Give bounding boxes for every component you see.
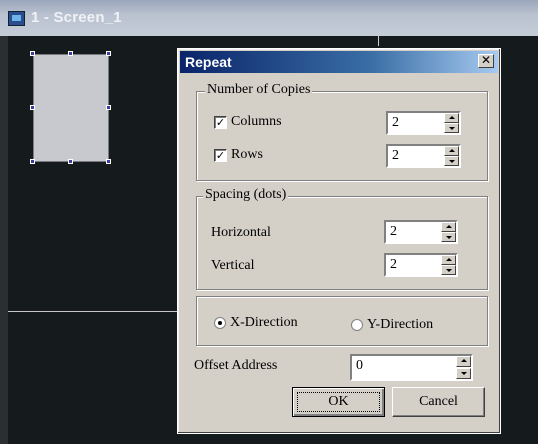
horizontal-down-button[interactable] [441, 232, 456, 242]
spacing-group-label: Spacing (dots) [203, 187, 289, 203]
editor-title: 1 - Screen_1 [31, 9, 122, 26]
vertical-label: Vertical [211, 258, 255, 273]
vertical-value: 2 [390, 257, 397, 272]
cancel-label: Cancel [419, 394, 458, 409]
resize-handle-s[interactable] [68, 159, 73, 164]
horizontal-spinner[interactable]: 2 [384, 220, 458, 244]
cancel-button[interactable]: Cancel [392, 387, 485, 417]
focus-rect [297, 392, 380, 412]
dialog-title: Repeat [185, 54, 232, 70]
screen-window-icon [8, 11, 25, 26]
check-icon: ✓ [215, 149, 226, 162]
offset-address-spinner[interactable]: 0 [350, 354, 473, 381]
offset-address-input[interactable]: 0 [350, 354, 473, 381]
vertical-spinner[interactable]: 2 [384, 253, 458, 277]
columns-down-button[interactable] [444, 123, 459, 133]
y-direction-radio[interactable] [351, 319, 363, 331]
rows-value: 2 [392, 148, 399, 163]
rows-spinner[interactable]: 2 [386, 144, 461, 168]
resize-handle-nw[interactable] [30, 51, 35, 56]
horizontal-label: Horizontal [211, 225, 271, 240]
rows-label: Rows [231, 147, 263, 162]
columns-checkbox[interactable]: ✓ [214, 116, 227, 129]
close-button[interactable]: ✕ [478, 54, 494, 68]
vertical-up-button[interactable] [441, 255, 456, 265]
columns-value: 2 [392, 115, 399, 130]
resize-handle-n[interactable] [68, 51, 73, 56]
editor-frame-left [0, 36, 8, 444]
y-direction-label: Y-Direction [367, 317, 434, 332]
rows-up-button[interactable] [444, 146, 459, 156]
offset-address-label: Offset Address [194, 358, 278, 373]
editor-title-bar: 1 - Screen_1 [0, 0, 538, 36]
offset-down-button[interactable] [456, 368, 471, 379]
repeat-dialog: Repeat ✕ Number of Copies ✓ Columns 2 ✓ … [177, 48, 501, 434]
close-icon: ✕ [480, 53, 492, 67]
columns-label: Columns [231, 114, 282, 129]
columns-up-button[interactable] [444, 113, 459, 123]
check-icon: ✓ [215, 116, 226, 129]
rows-down-button[interactable] [444, 156, 459, 166]
dialog-title-bar[interactable]: Repeat ✕ [180, 51, 498, 73]
vertical-down-button[interactable] [441, 265, 456, 275]
ok-button[interactable]: OK [292, 387, 385, 417]
resize-handle-se[interactable] [106, 159, 111, 164]
resize-handle-e[interactable] [106, 105, 111, 110]
rows-checkbox[interactable]: ✓ [214, 149, 227, 162]
copies-group-label: Number of Copies [205, 82, 313, 98]
editor-guide-vertical [378, 36, 379, 46]
horizontal-value: 2 [390, 224, 397, 239]
x-direction-label: X-Direction [230, 315, 298, 330]
selected-shape[interactable] [33, 54, 109, 162]
resize-handle-ne[interactable] [106, 51, 111, 56]
offset-address-value: 0 [356, 358, 363, 373]
columns-spinner[interactable]: 2 [386, 111, 461, 135]
editor-guide-horizontal [8, 311, 183, 312]
resize-handle-sw[interactable] [30, 159, 35, 164]
horizontal-up-button[interactable] [441, 222, 456, 232]
offset-up-button[interactable] [456, 356, 471, 367]
x-direction-radio[interactable] [214, 317, 226, 329]
resize-handle-w[interactable] [30, 105, 35, 110]
